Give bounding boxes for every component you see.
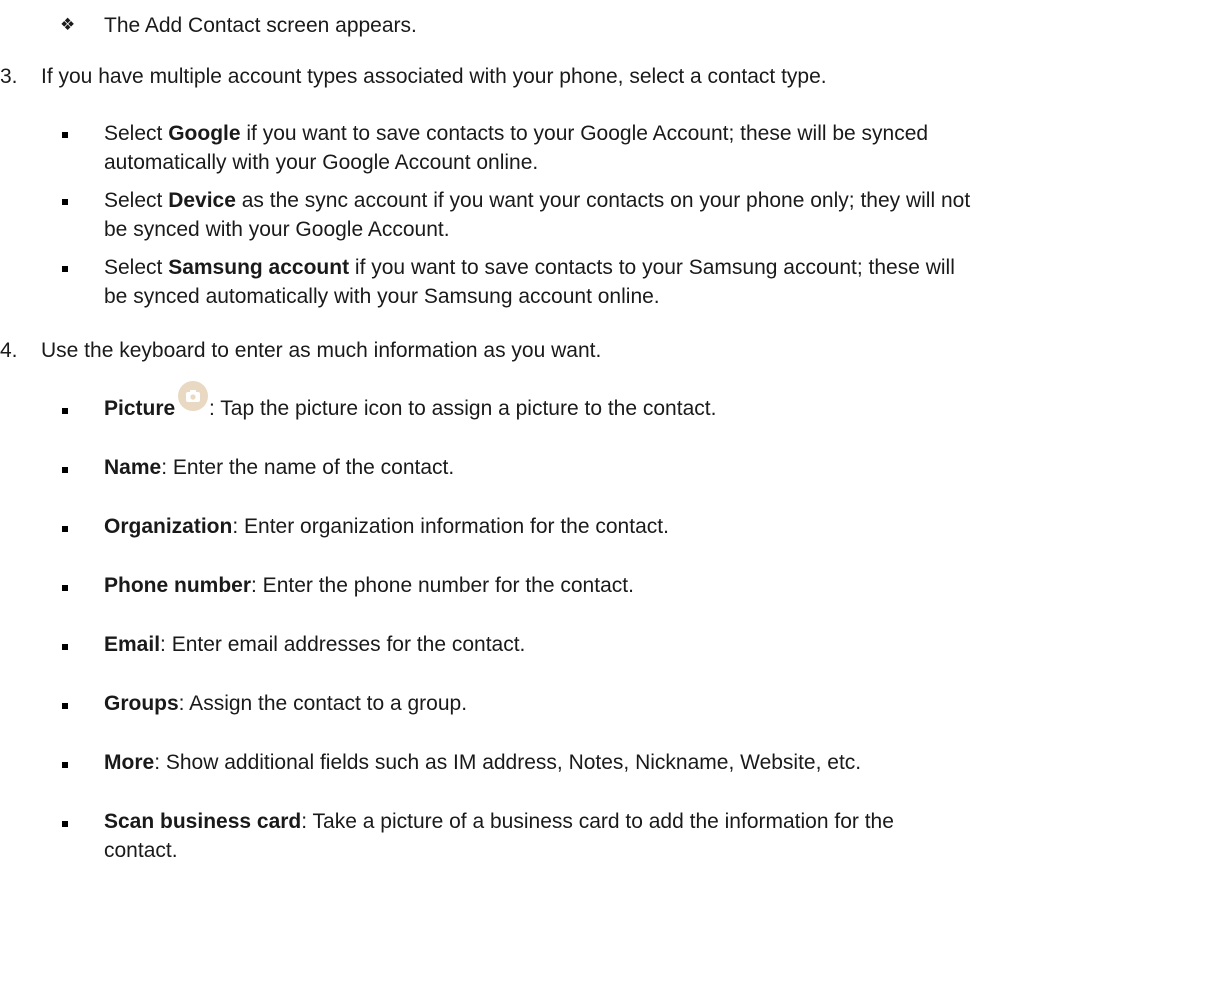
list-item: Groups: Assign the contact to a group. bbox=[104, 692, 468, 715]
list-item: Phone number: Enter the phone number for… bbox=[104, 574, 634, 597]
list-item: Picture bbox=[104, 397, 176, 420]
list-item-continuation: be synced with your Google Account. bbox=[104, 218, 450, 241]
list-item: Email: Enter email addresses for the con… bbox=[104, 633, 526, 656]
square-bullet-icon bbox=[62, 644, 68, 650]
square-bullet-icon bbox=[62, 199, 68, 205]
intro-text: The Add Contact screen appears. bbox=[104, 14, 417, 37]
list-item-continuation: contact. bbox=[104, 839, 178, 862]
list-item: Name: Enter the name of the contact. bbox=[104, 456, 455, 479]
list-item: Select Samsung account if you want to sa… bbox=[104, 256, 955, 279]
square-bullet-icon bbox=[62, 821, 68, 827]
square-bullet-icon bbox=[62, 526, 68, 532]
square-bullet-icon bbox=[62, 467, 68, 473]
step-text: Use the keyboard to enter as much inform… bbox=[41, 339, 602, 362]
list-item: Select Google if you want to save contac… bbox=[104, 122, 929, 145]
list-item-desc: : Tap the picture icon to assign a pictu… bbox=[209, 397, 717, 420]
square-bullet-icon bbox=[62, 266, 68, 272]
square-bullet-icon bbox=[62, 703, 68, 709]
list-item-continuation: be synced automatically with your Samsun… bbox=[104, 285, 660, 308]
list-item: More: Show additional fields such as IM … bbox=[104, 751, 862, 774]
square-bullet-icon bbox=[62, 132, 68, 138]
diamond-bullet-icon: ❖ bbox=[60, 15, 76, 35]
camera-icon bbox=[178, 381, 208, 411]
square-bullet-icon bbox=[62, 762, 68, 768]
step-text: If you have multiple account types assoc… bbox=[41, 65, 827, 88]
step-number: 4. bbox=[0, 339, 18, 362]
step-number: 3. bbox=[0, 65, 18, 88]
square-bullet-icon bbox=[62, 585, 68, 591]
list-item-continuation: automatically with your Google Account o… bbox=[104, 151, 539, 174]
square-bullet-icon bbox=[62, 408, 68, 414]
list-item: Organization: Enter organization informa… bbox=[104, 515, 669, 538]
list-item: Select Device as the sync account if you… bbox=[104, 189, 971, 212]
list-item: Scan business card: Take a picture of a … bbox=[104, 810, 894, 833]
